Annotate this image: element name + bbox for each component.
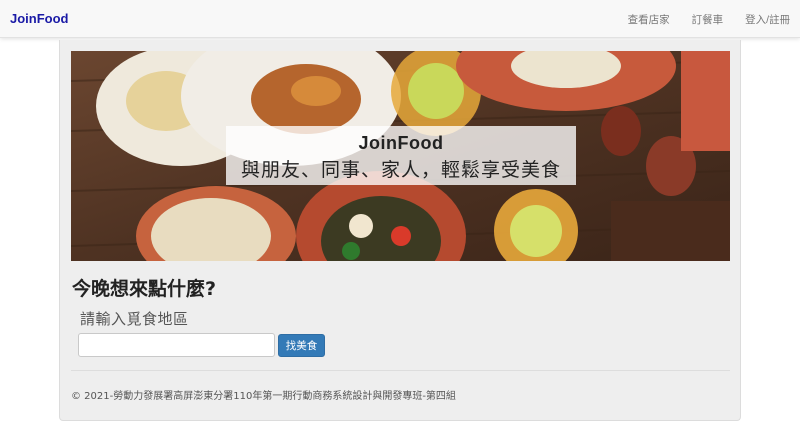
nav-link-login[interactable]: 登入/註冊 <box>745 12 790 27</box>
hero-subtitle: 與朋友、同事、家人，輕鬆享受美食 <box>240 159 561 181</box>
search-question-heading: 今晚想來點什麼? <box>72 278 217 300</box>
footer-copyright: © 2021-勞動力發展署高屏澎東分署110年第一期行動商務系統設計與開發專班-… <box>71 391 456 402</box>
area-search-input[interactable] <box>78 333 275 357</box>
top-navbar: JoinFood 查看店家 訂餐車 登入/註冊 <box>0 0 800 38</box>
main-panel: JoinFood 與朋友、同事、家人，輕鬆享受美食 今晚想來點什麼? 請輸入覓食… <box>59 40 741 421</box>
footer-divider <box>71 370 730 371</box>
hero-banner: JoinFood 與朋友、同事、家人，輕鬆享受美食 <box>71 51 730 261</box>
nav-link-stores[interactable]: 查看店家 <box>628 12 670 27</box>
hero-title: JoinFood <box>358 133 444 153</box>
find-food-button[interactable]: 找美食 <box>278 334 325 357</box>
brand-link[interactable]: JoinFood <box>10 11 69 26</box>
area-label: 請輸入覓食地區 <box>80 310 189 328</box>
nav-link-cart[interactable]: 訂餐車 <box>692 12 724 27</box>
hero-caption: JoinFood 與朋友、同事、家人，輕鬆享受美食 <box>226 126 576 185</box>
nav-links: 查看店家 訂餐車 登入/註冊 <box>628 12 790 27</box>
